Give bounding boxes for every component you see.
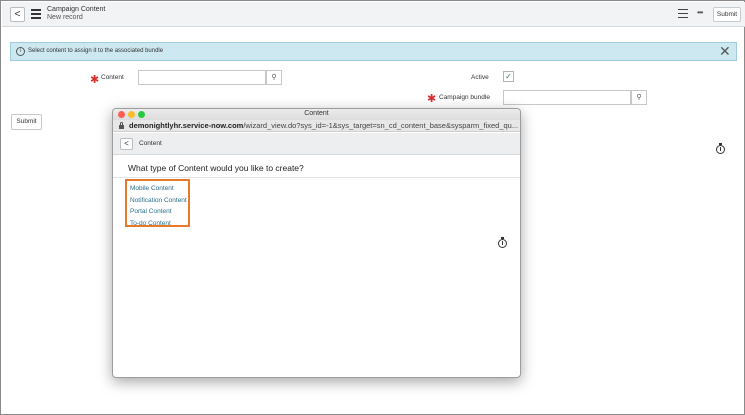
address-bar[interactable]: demonightlyhr.service-now.com/wizard_vie… <box>113 120 520 132</box>
content-input[interactable] <box>138 70 266 85</box>
hamburger-menu-icon[interactable] <box>31 9 41 19</box>
more-options-icon[interactable]: ••• <box>697 8 703 17</box>
url-path: /wizard_view.do?sys_id=-1&sys_target=sn_… <box>243 121 519 130</box>
content-lookup-button[interactable]: ⚲ <box>266 70 282 85</box>
search-icon: ⚲ <box>271 74 277 81</box>
info-icon: i <box>16 47 25 56</box>
content-wizard-popup: Content demonightlyhr.service-now.com/wi… <box>112 108 521 378</box>
stopwatch-icon[interactable] <box>497 237 508 249</box>
lock-icon <box>119 122 124 129</box>
popup-window-title: Content <box>304 110 329 117</box>
url-host: demonightlyhr.service-now.com <box>129 121 244 130</box>
stopwatch-icon[interactable] <box>715 143 726 155</box>
campaign-bundle-input[interactable] <box>503 90 631 105</box>
wizard-question: What type of Content would you like to c… <box>128 163 304 173</box>
checkmark-icon: ✓ <box>505 72 512 81</box>
app-frame: < Campaign Content New record ••• Submit… <box>0 0 745 415</box>
popup-nav-bar: < Content <box>113 133 520 155</box>
required-indicator: ✱ <box>427 93 437 105</box>
popup-titlebar: Content <box>113 109 520 120</box>
search-icon: ⚲ <box>636 94 642 101</box>
option-notification-content[interactable]: Notification Content <box>127 195 188 207</box>
option-todo-content[interactable]: To-do Content <box>127 218 188 230</box>
content-label: Content <box>101 74 124 81</box>
page-subtitle: New record <box>47 14 83 21</box>
url-text: demonightlyhr.service-now.com/wizard_vie… <box>129 120 518 131</box>
form-header: < Campaign Content New record ••• Submit <box>2 2 745 27</box>
content-type-options: Mobile Content Notification Content Port… <box>125 179 190 227</box>
popup-back-button[interactable]: < <box>120 138 133 150</box>
required-indicator: ✱ <box>90 74 100 86</box>
personalize-icon[interactable] <box>678 9 688 19</box>
option-portal-content[interactable]: Portal Content <box>127 206 188 218</box>
option-mobile-content[interactable]: Mobile Content <box>127 183 188 195</box>
back-button[interactable]: < <box>10 7 25 22</box>
chevron-left-icon: < <box>124 139 129 148</box>
campaign-bundle-label: Campaign bundle <box>439 94 490 101</box>
header-title-block: Campaign Content New record <box>47 6 105 22</box>
submit-button[interactable]: Submit <box>11 114 42 130</box>
page-title: Campaign Content <box>47 6 106 13</box>
popup-nav-title: Content <box>139 140 162 147</box>
divider <box>113 177 520 178</box>
close-icon[interactable]: ✕ <box>719 44 731 59</box>
banner-message: Select content to assign it to the assoc… <box>28 48 164 54</box>
active-label: Active <box>471 74 489 81</box>
campaign-bundle-lookup-button[interactable]: ⚲ <box>631 90 647 105</box>
active-checkbox[interactable]: ✓ <box>503 71 514 82</box>
info-banner: i Select content to assign it to the ass… <box>10 42 737 61</box>
header-submit-button[interactable]: Submit <box>713 7 741 22</box>
chevron-left-icon: < <box>14 9 21 20</box>
